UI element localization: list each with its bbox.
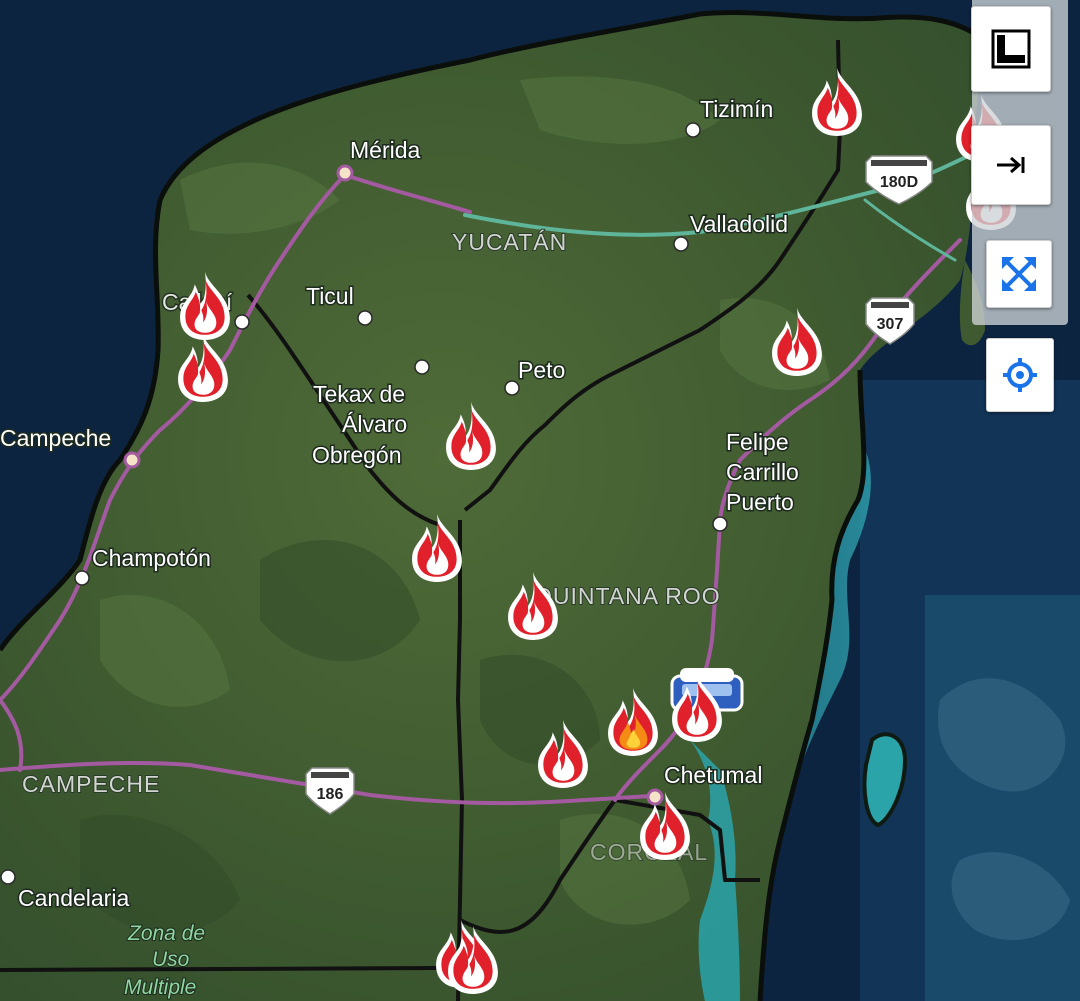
- city-label-tekax-3: Obregón: [312, 442, 402, 468]
- city-dot-merida: [336, 164, 354, 182]
- city-dot-campeche: [123, 451, 141, 469]
- city-label-puerto: Puerto: [726, 489, 794, 515]
- city-label-felipe: Felipe: [726, 429, 789, 455]
- city-dot-valladolid: [673, 236, 689, 252]
- city-dot-peto: [504, 380, 520, 396]
- zone-label-1: Zona de: [127, 922, 205, 945]
- arrow-right-bar-icon: [997, 156, 1025, 174]
- city-label-champoton: Champotón: [92, 545, 211, 571]
- city-label-valladolid: Valladolid: [690, 211, 788, 237]
- city-dot-felipe-carrillo: [712, 516, 728, 532]
- zone-label-2: Uso: [152, 948, 190, 971]
- basemap-toggle-button[interactable]: [971, 6, 1051, 92]
- city-label-tekax-1: Tekax de: [313, 381, 405, 407]
- expand-panel-button[interactable]: [971, 125, 1051, 205]
- city-label-carrillo: Carrillo: [726, 459, 799, 485]
- state-label-yucatan: YUCATÁN: [452, 229, 567, 255]
- my-location-button[interactable]: [986, 338, 1054, 412]
- fullscreen-button[interactable]: [986, 240, 1052, 308]
- city-label-peto: Peto: [518, 357, 565, 383]
- campeche-quintanaroo-border: [456, 520, 464, 1001]
- city-dot-tekax: [414, 359, 430, 375]
- map-canvas[interactable]: 180D 307 186 YUCATÁN QUINTANA ROO CAMPEC…: [0, 0, 1080, 1001]
- guatemala-border: [0, 966, 441, 972]
- map-frame-icon: [991, 29, 1031, 69]
- shield-label-186: 186: [317, 786, 344, 803]
- city-label-campeche: Campeche: [0, 425, 111, 451]
- city-label-ticul: Ticul: [306, 283, 354, 309]
- ocean-satellite-tile: [925, 595, 1080, 1001]
- city-label-tekax-2: Álvaro: [342, 411, 407, 437]
- state-label-campeche: CAMPECHE: [22, 771, 160, 797]
- city-dot-ticul: [357, 310, 373, 326]
- zone-label-3: Multiple: [124, 976, 196, 999]
- city-dot-tizimin: [685, 122, 701, 138]
- crosshair-icon: [1003, 358, 1037, 392]
- city-label-tizimin: Tizimín: [700, 96, 773, 122]
- city-dot-champoton: [74, 570, 90, 586]
- shield-label-180d: 180D: [880, 174, 918, 191]
- state-label-quintana-roo: QUINTANA ROO: [534, 583, 721, 609]
- shield-label-307: 307: [877, 316, 904, 333]
- city-dot-candelaria: [0, 869, 16, 885]
- city-label-merida: Mérida: [350, 137, 421, 163]
- city-label-candelaria: Candelaria: [18, 885, 129, 911]
- expand-arrows-icon: [1002, 257, 1036, 291]
- city-dot-chetumal: [646, 788, 664, 806]
- city-dot-calkini: [234, 314, 250, 330]
- city-label-chetumal: Chetumal: [664, 762, 762, 788]
